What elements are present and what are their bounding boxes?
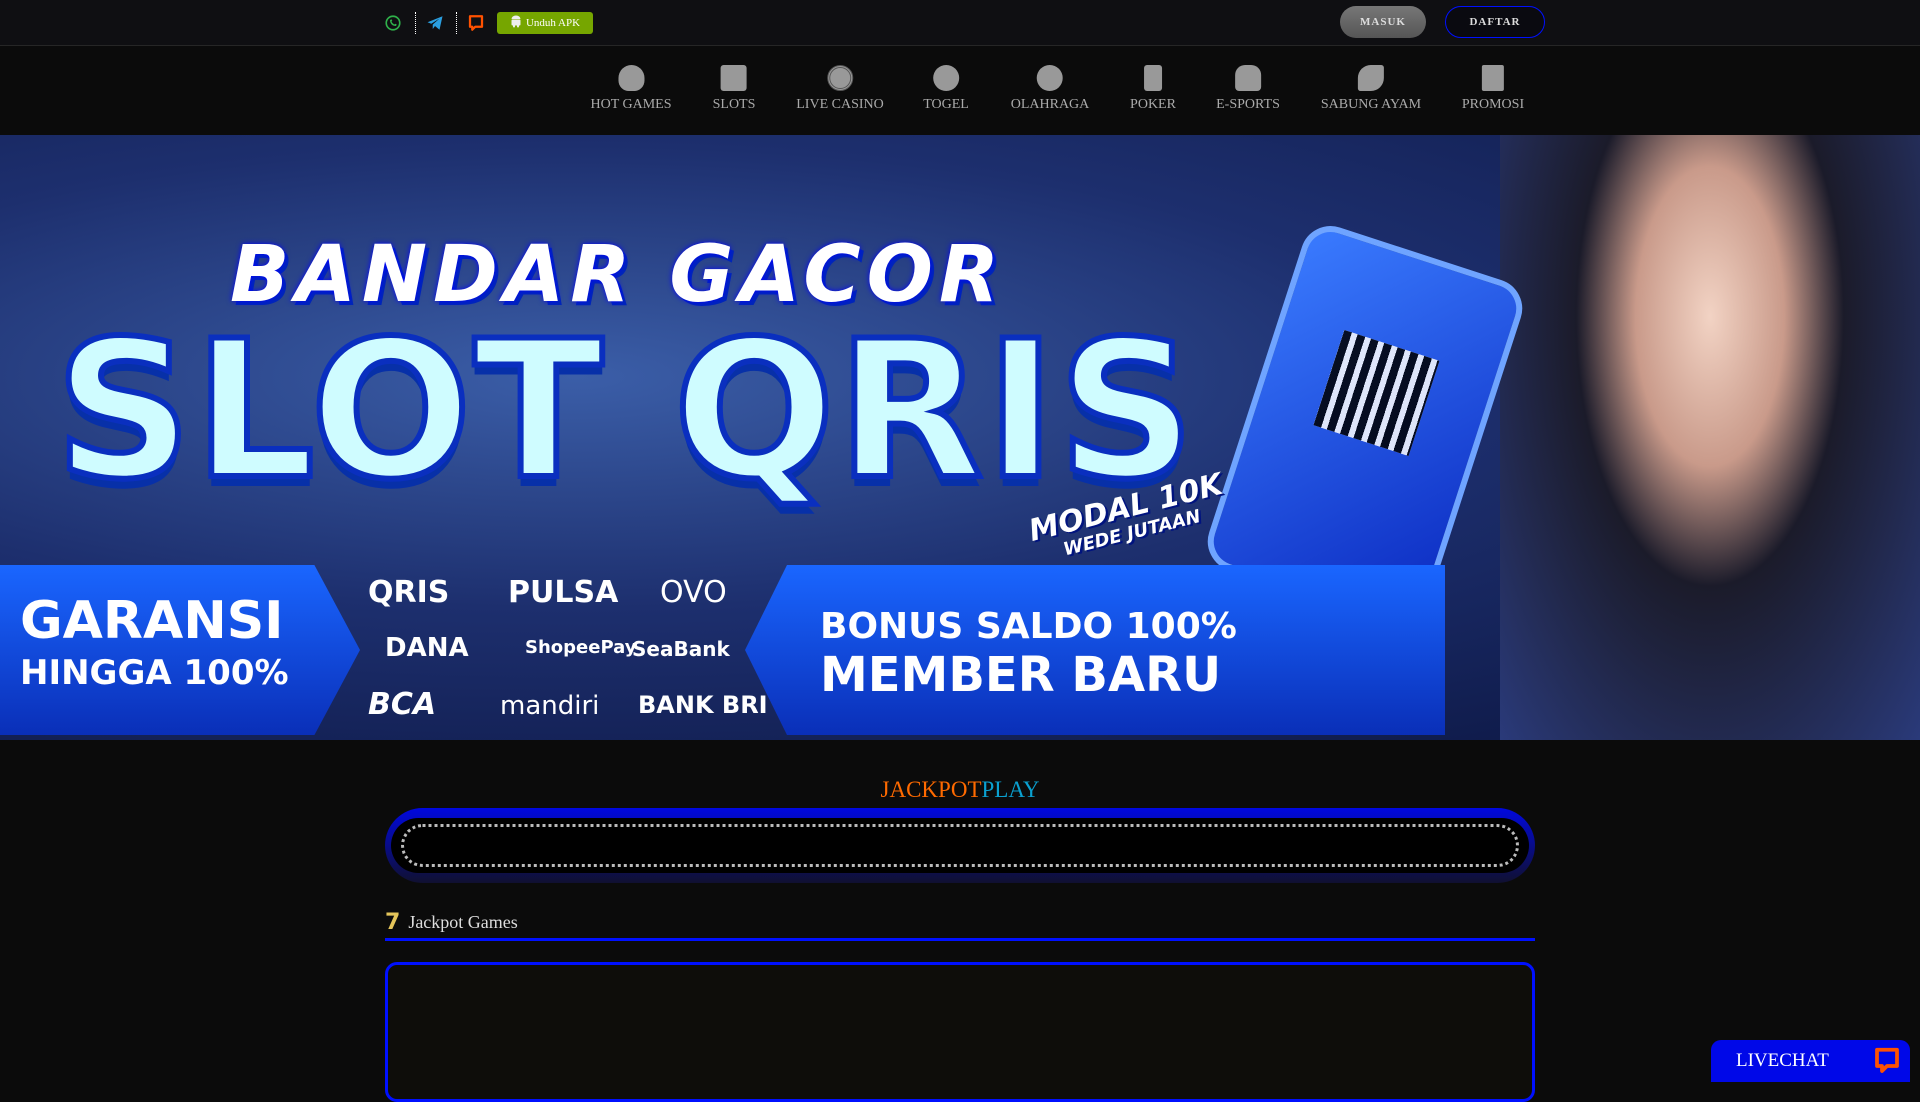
livechat-button[interactable]: LIVECHAT xyxy=(1711,1040,1910,1082)
poker-chip-icon xyxy=(1144,65,1162,91)
nav-label: POKER xyxy=(1130,97,1176,112)
roulette-icon xyxy=(827,65,853,91)
nav-e-sports[interactable]: E-SPORTS xyxy=(1216,65,1280,113)
register-button[interactable]: DAFTAR xyxy=(1445,6,1545,38)
nav-hot-games[interactable]: HOT GAMES xyxy=(590,65,672,113)
nav-sabung-ayam[interactable]: SABUNG AYAM xyxy=(1321,65,1421,113)
payment-mandiri: mandiri xyxy=(500,691,600,721)
jackpot-games-label: Jackpot Games xyxy=(408,912,518,932)
payment-pulsa: PULSA xyxy=(508,575,619,610)
jackpot-title-part1: JACKPOT xyxy=(880,777,982,802)
slot-machine-icon xyxy=(720,65,747,91)
nav-label: TOGEL xyxy=(923,97,969,112)
whatsapp-icon[interactable] xyxy=(382,12,404,34)
gamepad-icon xyxy=(1234,65,1261,91)
nav-live-casino[interactable]: LIVE CASINO xyxy=(796,65,884,113)
bonus-line2: MEMBER BARU xyxy=(820,647,1222,703)
android-icon xyxy=(510,15,522,31)
livechat-icon[interactable] xyxy=(465,12,487,34)
bonus-line1: BONUS SALDO 100% xyxy=(820,606,1237,647)
payment-bri: BANK BRI xyxy=(638,691,768,719)
nav-label: E-SPORTS xyxy=(1216,97,1280,112)
model-image xyxy=(1500,135,1920,740)
banner-title: SLOT QRIS xyxy=(52,297,1198,524)
nav-slots[interactable]: SLOTS xyxy=(712,65,756,113)
jackpot-games-header: 7 Jackpot Games xyxy=(385,910,518,935)
nav-label: HOT GAMES xyxy=(590,97,672,112)
nav-label: PROMOSI xyxy=(1461,97,1525,112)
jackpot-games-panel xyxy=(385,962,1535,1102)
jackpot-counter-inner xyxy=(391,818,1529,873)
jackpot-title: JACKPOTPLAY xyxy=(0,777,1920,803)
nav-promosi[interactable]: PROMOSI xyxy=(1462,65,1524,113)
bonus-panel: BONUS SALDO 100% MEMBER BARU xyxy=(745,565,1445,735)
rooster-icon xyxy=(1358,65,1384,91)
jackpot-counter-display xyxy=(401,824,1519,867)
jackpot-counter xyxy=(385,808,1535,883)
jackpot-title-part2: PLAY xyxy=(981,777,1040,802)
chat-bubble-icon xyxy=(1872,1046,1902,1082)
lottery-ball-icon xyxy=(933,65,959,91)
payment-ovo: OVO xyxy=(660,575,727,610)
divider xyxy=(415,12,416,34)
nav-olahraga[interactable]: OLAHRAGA xyxy=(1010,65,1090,113)
apk-label: Unduh APK xyxy=(525,17,581,29)
payment-shopeepay: ShopeePay xyxy=(525,637,637,658)
nav-poker[interactable]: POKER xyxy=(1130,65,1176,113)
nav-label: OLAHRAGA xyxy=(1010,97,1090,112)
payment-seabank: SeaBank xyxy=(632,637,730,661)
guarantee-line2: HINGGA 100% xyxy=(20,653,289,693)
top-bar: Unduh APK MASUK DAFTAR xyxy=(0,0,1920,46)
telegram-icon[interactable] xyxy=(424,12,446,34)
promo-banner[interactable]: BANDAR GACOR SLOT QRIS MODAL 10K WEDE JUT… xyxy=(0,135,1920,740)
payment-qris: QRIS xyxy=(368,575,450,610)
guarantee-panel: GARANSI HINGGA 100% xyxy=(0,565,360,735)
nav-label: LIVE CASINO xyxy=(796,97,884,112)
payment-dana: DANA xyxy=(385,633,469,663)
seven-icon: 7 xyxy=(385,910,401,935)
soccer-ball-icon xyxy=(1037,65,1063,91)
nav-togel[interactable]: TOGEL xyxy=(923,65,969,113)
payment-bca: BCA xyxy=(368,687,437,722)
livechat-label: LIVECHAT xyxy=(1736,1050,1829,1071)
nav-label: SLOTS xyxy=(712,97,756,112)
flame-icon xyxy=(618,65,644,91)
main-nav: HOT GAMES SLOTS LIVE CASINO TOGEL OLAHRA… xyxy=(0,47,1920,135)
guarantee-line1: GARANSI xyxy=(20,591,284,651)
gift-icon xyxy=(1482,65,1504,91)
download-apk-button[interactable]: Unduh APK xyxy=(497,12,593,34)
login-button[interactable]: MASUK xyxy=(1340,6,1426,38)
divider xyxy=(456,12,457,34)
divider xyxy=(385,938,1535,941)
qr-code-icon xyxy=(1313,329,1440,456)
nav-label: SABUNG AYAM xyxy=(1320,97,1422,112)
